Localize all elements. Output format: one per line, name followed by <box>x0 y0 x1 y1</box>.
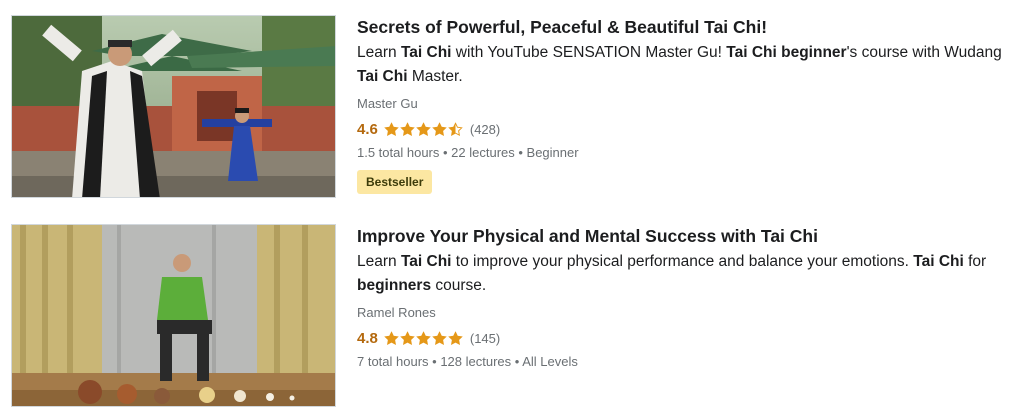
course-title[interactable]: Secrets of Powerful, Peaceful & Beautifu… <box>357 16 1007 38</box>
star-full-icon <box>384 330 399 345</box>
course-description: Learn Tai Chi to improve your physical p… <box>357 250 1002 298</box>
review-count: (428) <box>469 121 501 137</box>
description-text: with YouTube SENSATION Master Gu! <box>451 44 727 61</box>
star-full-icon <box>416 121 431 136</box>
description-text: 's course with Wudang <box>846 44 1002 61</box>
course-meta: 7 total hours • 128 lectures • All Level… <box>357 354 578 369</box>
star-rating <box>384 330 464 346</box>
description-keyword: Tai Chi <box>357 68 408 85</box>
description-text: Learn <box>357 44 401 61</box>
rating-row: 4.6 (428) <box>357 119 1007 139</box>
star-half-icon <box>448 121 463 136</box>
star-full-icon <box>432 330 447 345</box>
star-full-icon <box>432 121 447 136</box>
course-description: Learn Tai Chi with YouTube SENSATION Mas… <box>357 41 1002 89</box>
star-full-icon <box>448 330 463 345</box>
instructor-name: Ramel Rones <box>357 305 436 320</box>
star-full-icon <box>400 330 415 345</box>
course-title[interactable]: Improve Your Physical and Mental Success… <box>357 225 1007 247</box>
instructor-name: Master Gu <box>357 96 418 111</box>
rating-value: 4.8 <box>357 329 378 347</box>
description-text: course. <box>431 277 487 294</box>
review-count: (145) <box>469 330 501 346</box>
course-thumbnail[interactable] <box>11 15 336 198</box>
course-meta: 1.5 total hours • 22 lectures • Beginner <box>357 145 579 160</box>
description-keyword: Tai Chi <box>913 253 964 270</box>
star-full-icon <box>400 121 415 136</box>
star-full-icon <box>384 121 399 136</box>
description-text: Learn <box>357 253 401 270</box>
description-text: for <box>963 253 987 270</box>
star-rating <box>384 121 464 137</box>
description-keyword: Tai Chi beginner <box>726 44 847 61</box>
star-full-icon <box>416 330 431 345</box>
rating-value: 4.6 <box>357 120 378 138</box>
description-text: Master. <box>407 68 463 85</box>
rating-row: 4.8 (145) <box>357 328 1007 348</box>
bestseller-badge: Bestseller <box>357 170 433 194</box>
course-thumbnail[interactable] <box>11 224 336 407</box>
description-keyword: beginners <box>357 277 432 294</box>
description-text: to improve your physical performance and… <box>451 253 914 270</box>
description-keyword: Tai Chi <box>400 44 452 61</box>
description-keyword: Tai Chi <box>400 253 452 270</box>
course-card[interactable]: Improve Your Physical and Mental Success… <box>11 224 1011 407</box>
course-card[interactable]: Secrets of Powerful, Peaceful & Beautifu… <box>11 15 1011 198</box>
